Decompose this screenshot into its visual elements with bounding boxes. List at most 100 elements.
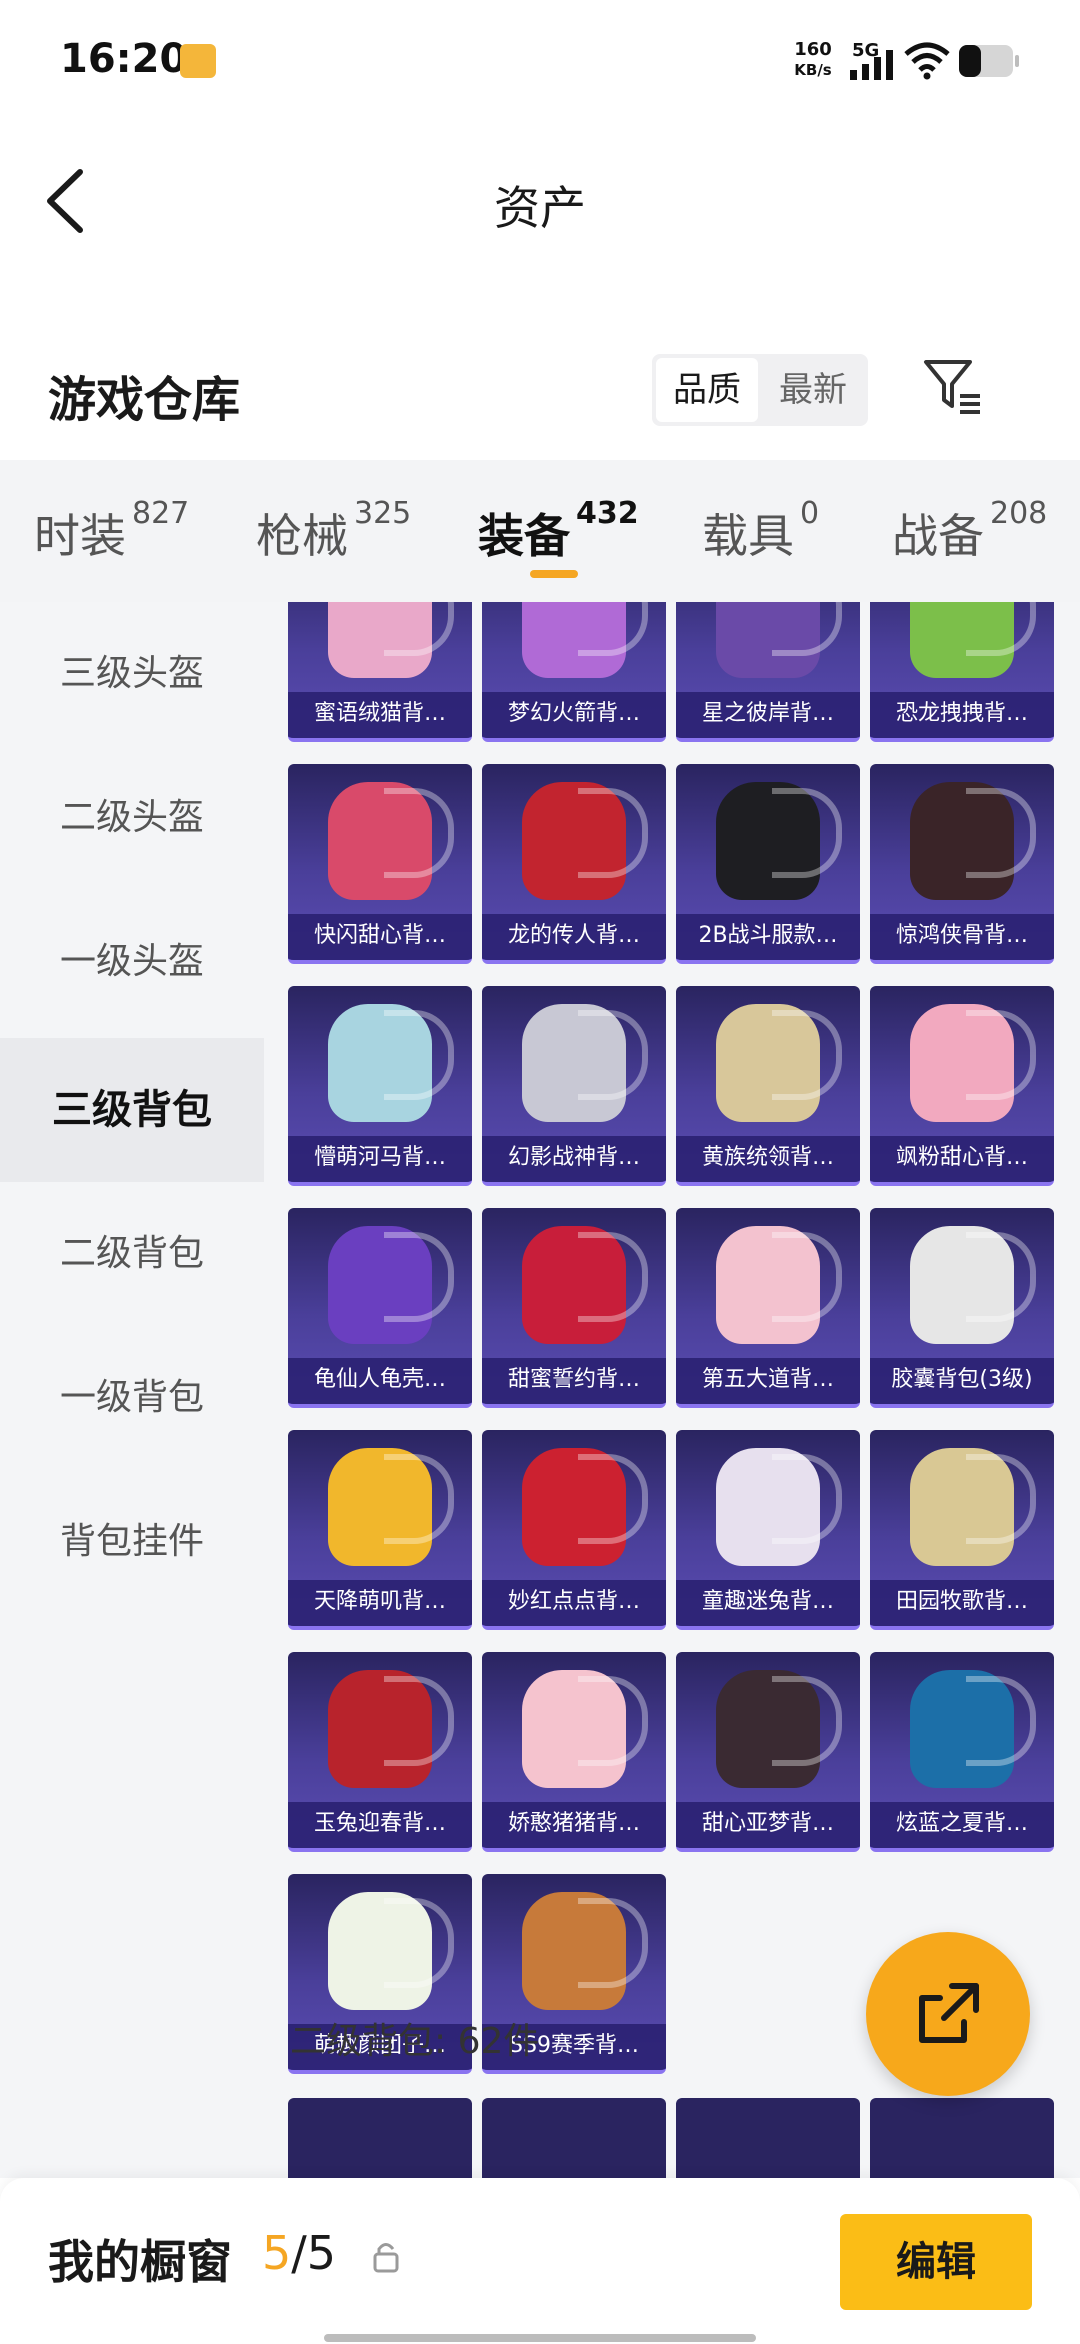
item-card-partial[interactable] bbox=[288, 2098, 472, 2178]
edit-button[interactable]: 编辑 bbox=[840, 2214, 1032, 2310]
backpack-strap bbox=[966, 788, 1036, 878]
item-card[interactable]: 甜蜜誓约背… bbox=[482, 1208, 666, 1408]
backpack-strap bbox=[578, 1454, 648, 1544]
app-notification-icon bbox=[180, 44, 216, 78]
item-card[interactable]: 甜心亚梦背… bbox=[676, 1652, 860, 1852]
backpack-strap bbox=[966, 1010, 1036, 1100]
sidebar-item-helmet-lv1[interactable]: 一级头盔 bbox=[0, 890, 264, 1034]
item-name: 童趣迷兔背… bbox=[676, 1580, 860, 1626]
item-name: 飒粉甜心背… bbox=[870, 1136, 1054, 1182]
item-card[interactable]: 天降萌叽背… bbox=[288, 1430, 472, 1630]
backpack-strap bbox=[772, 1010, 842, 1100]
item-name: 黄族统领背… bbox=[676, 1136, 860, 1182]
filter-icon[interactable] bbox=[920, 354, 984, 418]
showcase-title: 我的橱窗 bbox=[48, 2235, 232, 2289]
item-name: 龟仙人龟壳… bbox=[288, 1358, 472, 1404]
tab-label: 枪械 bbox=[256, 509, 348, 563]
item-card[interactable]: 玉兔迎春背… bbox=[288, 1652, 472, 1852]
item-card[interactable]: 胶囊背包(3级) bbox=[870, 1208, 1054, 1408]
wifi-icon bbox=[904, 42, 950, 80]
item-card[interactable]: 第五大道背… bbox=[676, 1208, 860, 1408]
backpack-strap bbox=[772, 1676, 842, 1766]
sidebar-item-backpack-lv1[interactable]: 一级背包 bbox=[0, 1326, 264, 1470]
backpack-strap bbox=[966, 1676, 1036, 1766]
page-title: 资产 bbox=[494, 181, 586, 235]
sidebar-item-backpack-lv2[interactable]: 二级背包 bbox=[0, 1182, 264, 1326]
item-card[interactable]: 龙的传人背… bbox=[482, 764, 666, 964]
showcase-total: 5 bbox=[306, 2226, 337, 2280]
battery-icon bbox=[959, 45, 1019, 77]
tab-fashion[interactable]: 时装 827 bbox=[34, 496, 189, 566]
tab-vehicles[interactable]: 载具 0 bbox=[702, 496, 819, 566]
item-name: 龙的传人背… bbox=[482, 914, 666, 960]
backpack-strap bbox=[384, 1454, 454, 1544]
showcase-separator: / bbox=[291, 2226, 307, 2280]
tab-weapons[interactable]: 枪械 325 bbox=[256, 496, 411, 566]
warehouse-toolbar: 游戏仓库 品质 最新 bbox=[0, 340, 1080, 460]
subcategory-sidebar: 三级头盔 二级头盔 一级头盔 三级背包 二级背包 一级背包 背包挂件 bbox=[0, 602, 264, 2178]
item-card[interactable]: 妙红点点背… bbox=[482, 1430, 666, 1630]
item-card[interactable]: 龟仙人龟壳… bbox=[288, 1208, 472, 1408]
item-name: 甜蜜誓约背… bbox=[482, 1358, 666, 1404]
item-name: 田园牧歌背… bbox=[870, 1580, 1054, 1626]
lock-icon bbox=[373, 2243, 399, 2273]
item-card[interactable]: 飒粉甜心背… bbox=[870, 986, 1054, 1186]
item-name: 胶囊背包(3级) bbox=[870, 1358, 1054, 1404]
backpack-strap bbox=[578, 1010, 648, 1100]
item-card-partial[interactable] bbox=[870, 2098, 1054, 2178]
sort-option-quality[interactable]: 品质 bbox=[656, 358, 758, 422]
item-card[interactable]: 娇憨猪猪背… bbox=[482, 1652, 666, 1852]
item-name: 梦幻火箭背… bbox=[482, 692, 666, 738]
item-name: 懵萌河马背… bbox=[288, 1136, 472, 1182]
item-card[interactable]: 幻影战神背… bbox=[482, 986, 666, 1186]
item-card[interactable]: 梦幻火箭背… bbox=[482, 602, 666, 742]
showcase-bar: 我的橱窗 5/5 编辑 bbox=[0, 2178, 1080, 2344]
section-label-backpack-lv2: 二级背包: 62件 bbox=[290, 2021, 540, 2062]
sort-option-newest[interactable]: 最新 bbox=[762, 358, 864, 422]
tab-label: 装备 bbox=[478, 509, 570, 563]
item-card[interactable]: 炫蓝之夏背… bbox=[870, 1652, 1054, 1852]
item-card[interactable]: 恐龙拽拽背… bbox=[870, 602, 1054, 742]
tab-supplies[interactable]: 战备 208 bbox=[892, 496, 1047, 566]
tab-label: 时装 bbox=[34, 509, 126, 563]
backpack-strap bbox=[578, 1676, 648, 1766]
showcase-current: 5 bbox=[262, 2226, 292, 2280]
status-time: 16:20 bbox=[60, 36, 188, 82]
item-card-partial[interactable] bbox=[482, 2098, 666, 2178]
warehouse-title: 游戏仓库 bbox=[48, 372, 241, 428]
item-name: 天降萌叽背… bbox=[288, 1580, 472, 1626]
signal-icon bbox=[850, 50, 893, 80]
item-card[interactable]: 懵萌河马背… bbox=[288, 986, 472, 1186]
tab-count: 325 bbox=[354, 496, 412, 531]
active-tab-indicator bbox=[530, 570, 578, 578]
item-card[interactable]: 2B战斗服款… bbox=[676, 764, 860, 964]
sidebar-item-helmet-lv2[interactable]: 二级头盔 bbox=[0, 746, 264, 890]
backpack-strap bbox=[384, 1232, 454, 1322]
share-button[interactable] bbox=[866, 1932, 1030, 2096]
sidebar-item-helmet-lv3[interactable]: 三级头盔 bbox=[0, 602, 264, 746]
item-name: 甜心亚梦背… bbox=[676, 1802, 860, 1848]
item-name: 恐龙拽拽背… bbox=[870, 692, 1054, 738]
sidebar-item-backpack-charm[interactable]: 背包挂件 bbox=[0, 1470, 264, 1614]
backpack-strap bbox=[772, 1454, 842, 1544]
item-card[interactable]: 蜜语绒猫背… bbox=[288, 602, 472, 742]
item-card[interactable]: 童趣迷兔背… bbox=[676, 1430, 860, 1630]
backpack-strap bbox=[578, 602, 648, 656]
tab-equipment[interactable]: 装备 432 bbox=[478, 496, 639, 566]
item-name: 惊鸿侠骨背… bbox=[870, 914, 1054, 960]
sidebar-item-backpack-lv3[interactable]: 三级背包 bbox=[0, 1038, 264, 1182]
backpack-strap bbox=[966, 1454, 1036, 1544]
network-speed-value: 160 bbox=[794, 39, 832, 60]
backpack-strap bbox=[384, 1676, 454, 1766]
item-card[interactable]: 田园牧歌背… bbox=[870, 1430, 1054, 1630]
item-card[interactable]: 黄族统领背… bbox=[676, 986, 860, 1186]
item-card[interactable]: 惊鸿侠骨背… bbox=[870, 764, 1054, 964]
item-name: 快闪甜心背… bbox=[288, 914, 472, 960]
item-name: 娇憨猪猪背… bbox=[482, 1802, 666, 1848]
item-card[interactable]: 星之彼岸背… bbox=[676, 602, 860, 742]
home-indicator bbox=[324, 2334, 756, 2342]
backpack-strap bbox=[578, 788, 648, 878]
backpack-strap bbox=[384, 602, 454, 656]
item-card[interactable]: 快闪甜心背… bbox=[288, 764, 472, 964]
item-card-partial[interactable] bbox=[676, 2098, 860, 2178]
